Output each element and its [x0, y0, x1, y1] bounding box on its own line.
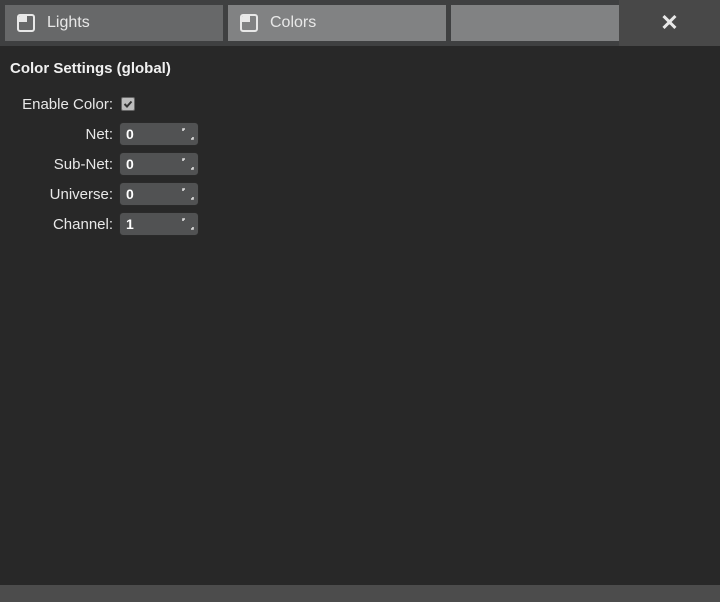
row-subnet: Sub-Net: 0: [5, 149, 715, 179]
label-enable-color: Enable Color:: [5, 96, 119, 113]
tab-lights[interactable]: Lights: [5, 5, 223, 41]
net-value: 0: [126, 126, 134, 142]
label-universe: Universe:: [5, 186, 119, 203]
checkbox-box: [121, 97, 135, 111]
tab-colors[interactable]: Colors: [228, 5, 446, 41]
row-channel: Channel: 1: [5, 209, 715, 239]
subnet-field[interactable]: 0: [119, 152, 199, 176]
close-icon: ✕: [660, 12, 678, 34]
channel-field[interactable]: 1: [119, 212, 199, 236]
label-subnet: Sub-Net:: [5, 156, 119, 173]
universe-value: 0: [126, 186, 134, 202]
footer-bar: [0, 585, 720, 602]
window-icon: [17, 14, 35, 32]
subnet-value: 0: [126, 156, 134, 172]
enable-color-checkbox[interactable]: [121, 97, 135, 111]
row-enable-color: Enable Color:: [5, 89, 715, 119]
spinner-handle-icon[interactable]: [182, 158, 194, 170]
spinner-handle-icon[interactable]: [182, 218, 194, 230]
window-icon: [240, 14, 258, 32]
check-icon: [123, 99, 133, 109]
tab-spacer: [451, 5, 619, 41]
row-net: Net: 0: [5, 119, 715, 149]
content-panel: Color Settings (global) Enable Color: Ne…: [0, 46, 720, 585]
tab-label: Colors: [270, 14, 316, 32]
close-button[interactable]: ✕: [619, 0, 720, 46]
tab-bar: Lights Colors ✕: [0, 0, 720, 46]
tab-label: Lights: [47, 14, 90, 32]
net-field[interactable]: 0: [119, 122, 199, 146]
label-net: Net:: [5, 126, 119, 143]
spinner-handle-icon[interactable]: [182, 128, 194, 140]
row-universe: Universe: 0: [5, 179, 715, 209]
label-channel: Channel:: [5, 216, 119, 233]
universe-field[interactable]: 0: [119, 182, 199, 206]
spinner-handle-icon[interactable]: [182, 188, 194, 200]
section-title: Color Settings (global): [10, 60, 715, 77]
channel-value: 1: [126, 216, 134, 232]
